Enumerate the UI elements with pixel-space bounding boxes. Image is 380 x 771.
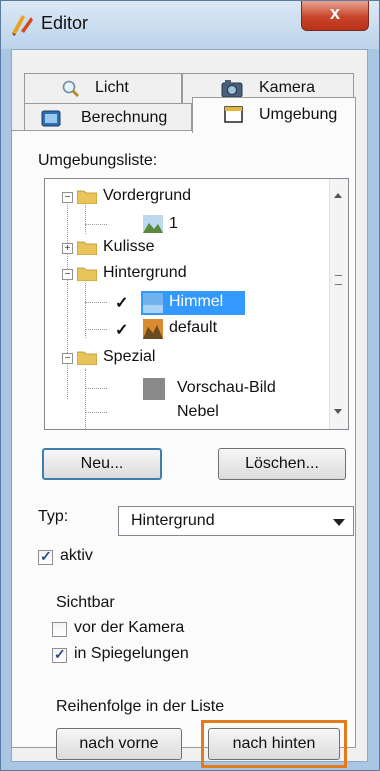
landscape-thumbnail-icon: [143, 215, 163, 233]
folder-icon: [77, 351, 97, 365]
tree-line: [85, 329, 107, 330]
scroll-up-icon[interactable]: [334, 193, 342, 198]
type-label: Typ:: [38, 508, 69, 525]
default-check-icon: ✓: [115, 322, 129, 339]
tree-scrollbar[interactable]: [329, 179, 348, 429]
close-button[interactable]: x: [301, 1, 369, 31]
folder-icon: [77, 267, 97, 281]
title-bar[interactable]: Editor x: [1, 1, 379, 49]
window-title: Editor: [41, 13, 89, 33]
callout-highlight: [201, 720, 347, 768]
tab-umgebung-label: Umgebung: [259, 106, 338, 123]
move-forward-button[interactable]: nach vorne: [56, 728, 182, 760]
tree-line: [85, 388, 107, 389]
close-icon: x: [329, 3, 340, 23]
camera-icon: [221, 80, 243, 98]
window-icon: [224, 106, 243, 123]
active-checkbox[interactable]: ✓: [38, 548, 53, 565]
in-reflections-label: in Spiegelungen: [74, 645, 189, 662]
himmel-check-icon: ✓: [115, 295, 129, 312]
monitor-icon: [41, 110, 61, 127]
visibility-heading: Sichtbar: [56, 594, 115, 611]
tree-line: [85, 369, 86, 429]
in-reflections-checkbox[interactable]: ✓: [52, 646, 67, 663]
delete-button[interactable]: Löschen...: [218, 448, 346, 480]
tree-item-himmel[interactable]: Himmel: [169, 293, 223, 311]
expand-icon[interactable]: +: [62, 243, 73, 254]
tree-line: [67, 199, 68, 399]
scroll-down-icon[interactable]: [334, 409, 342, 414]
tree-item-vordergrund[interactable]: Vordergrund: [103, 187, 191, 205]
checkmark-icon: ✓: [54, 646, 66, 662]
tab-berechnung-label: Berechnung: [81, 109, 168, 126]
folder-icon: [77, 241, 97, 255]
tree-line: [85, 412, 107, 413]
order-heading: Reihenfolge in der Liste: [56, 698, 225, 715]
tree-line: [85, 199, 86, 234]
tab-umgebung[interactable]: Umgebung: [192, 97, 356, 133]
environment-tree[interactable]: − Vordergrund 1 + Kulisse − Hintergrund …: [44, 178, 349, 430]
tree-item-vorschau-bild[interactable]: Vorschau-Bild: [177, 379, 276, 397]
tree-item-nebel[interactable]: Nebel: [177, 403, 219, 421]
sky-thumbnail-icon: [143, 293, 163, 313]
tree-item-vordergrund-1[interactable]: 1: [169, 215, 178, 233]
collapse-icon[interactable]: −: [62, 192, 73, 203]
environment-list-label: Umgebungsliste:: [38, 152, 158, 169]
active-label: aktiv: [60, 547, 93, 564]
new-button[interactable]: Neu...: [42, 448, 162, 480]
collapse-icon[interactable]: −: [62, 269, 73, 280]
tree-item-spezial[interactable]: Spezial: [103, 348, 155, 366]
magnifier-icon: [62, 80, 80, 98]
chevron-down-icon: [333, 519, 345, 526]
checkmark-icon: ✓: [40, 548, 52, 564]
tab-kamera-label: Kamera: [259, 79, 316, 96]
before-camera-checkbox[interactable]: [52, 622, 67, 637]
folder-icon: [77, 190, 97, 204]
tab-licht[interactable]: Licht: [24, 73, 182, 103]
landscape-thumbnail-icon: [143, 319, 163, 339]
collapse-icon[interactable]: −: [62, 353, 73, 364]
type-select-value: Hintergrund: [131, 512, 215, 529]
preview-image-icon: [143, 378, 165, 400]
scroll-grip-icon[interactable]: [335, 275, 342, 285]
tab-licht-label: Licht: [95, 79, 129, 96]
tree-item-hintergrund[interactable]: Hintergrund: [103, 264, 187, 282]
tab-berechnung[interactable]: Berechnung: [24, 103, 192, 133]
tree-line: [85, 302, 107, 303]
before-camera-label: vor der Kamera: [74, 619, 185, 636]
tree-item-default[interactable]: default: [169, 319, 217, 337]
tree-line: [85, 224, 107, 225]
tree-item-kulisse[interactable]: Kulisse: [103, 238, 155, 256]
type-select[interactable]: Hintergrund: [118, 506, 354, 536]
editor-app-icon: [12, 15, 33, 36]
